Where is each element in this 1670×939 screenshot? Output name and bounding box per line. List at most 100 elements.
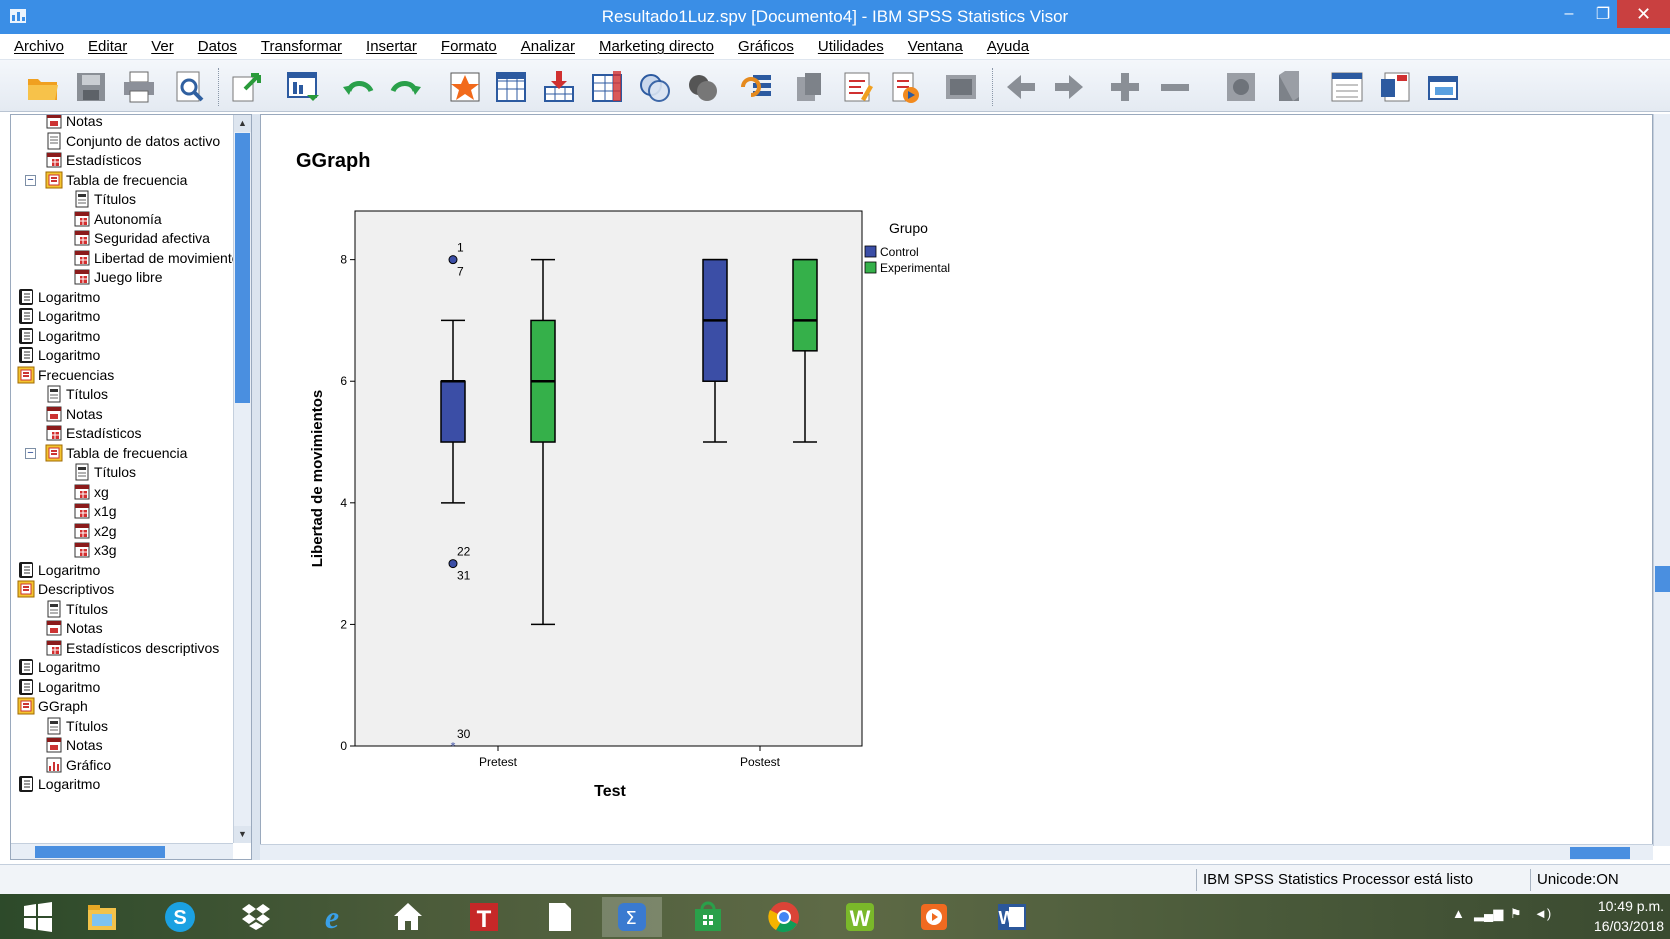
flag-icon[interactable]: ⚑	[1510, 906, 1522, 922]
outline-item[interactable]: Tabla de frecuencia	[45, 443, 187, 463]
menu-editar[interactable]: Editar	[88, 38, 127, 55]
menu-archivo[interactable]: Archivo	[14, 38, 64, 55]
print-icon[interactable]	[120, 68, 158, 106]
t-app-icon[interactable]: T	[454, 897, 514, 937]
file-explorer-icon[interactable]	[72, 897, 132, 937]
back-icon[interactable]	[1002, 68, 1040, 106]
outline-vertical-scrollbar[interactable]: ▲ ▼	[233, 115, 251, 843]
expand-icon[interactable]	[1106, 68, 1144, 106]
blank-document-icon[interactable]	[530, 897, 590, 937]
print-preview-icon[interactable]	[170, 68, 208, 106]
word-icon[interactable]: W	[982, 897, 1042, 937]
insert-title-icon[interactable]	[942, 68, 980, 106]
outline-item[interactable]: Notas	[45, 735, 103, 755]
w-app-icon[interactable]: W	[830, 897, 890, 937]
skype-icon[interactable]: S	[150, 897, 210, 937]
outline-horizontal-scrollbar[interactable]	[11, 843, 233, 859]
tree-expander-icon[interactable]: −	[25, 174, 36, 186]
outline-item[interactable]: Títulos	[45, 599, 108, 619]
outline-hscroll-thumb[interactable]	[35, 846, 165, 858]
outline-item[interactable]: Logaritmo	[17, 774, 100, 794]
outline-item[interactable]: Juego libre	[73, 267, 163, 287]
show-icon[interactable]	[1222, 68, 1260, 106]
outline-item[interactable]: x2g	[73, 521, 117, 541]
internet-explorer-icon[interactable]: e	[302, 897, 362, 937]
recall-dialog-icon[interactable]	[284, 68, 322, 106]
outline-item[interactable]: Descriptivos	[17, 579, 114, 599]
scroll-down-arrow-icon[interactable]: ▼	[234, 826, 251, 843]
spell-check-icon[interactable]	[738, 68, 776, 106]
content-horizontal-scrollbar[interactable]	[260, 844, 1653, 860]
menu-insertar[interactable]: Insertar	[366, 38, 417, 55]
outline-item[interactable]: Logaritmo	[17, 306, 100, 326]
outline-item[interactable]: x1g	[73, 501, 117, 521]
content-hscroll-thumb[interactable]	[1570, 847, 1630, 859]
redo-icon[interactable]	[386, 68, 424, 106]
outline-item[interactable]: Estadísticos	[45, 150, 141, 170]
outline-item[interactable]: Seguridad afectiva	[73, 228, 210, 248]
volume-icon[interactable]: ◄)	[1534, 906, 1551, 921]
outline-item[interactable]: Notas	[45, 618, 103, 638]
store-icon[interactable]	[678, 897, 738, 937]
tree-expander-icon[interactable]: −	[25, 447, 36, 459]
collapse-icon[interactable]	[1156, 68, 1194, 106]
hide-icon[interactable]	[1270, 68, 1308, 106]
outline-item[interactable]: Frecuencias	[17, 365, 114, 385]
outline-item[interactable]: GGraph	[17, 696, 88, 716]
home-icon[interactable]	[378, 897, 438, 937]
undo-icon[interactable]	[340, 68, 378, 106]
outline-item[interactable]: Logaritmo	[17, 560, 100, 580]
insert-new-heading-icon[interactable]	[1328, 68, 1366, 106]
outline-item[interactable]: Notas	[45, 404, 103, 424]
menu-formato[interactable]: Formato	[441, 38, 497, 55]
menu-datos[interactable]: Datos	[198, 38, 237, 55]
spss-icon[interactable]: Σ	[602, 897, 662, 937]
media-player-icon[interactable]	[904, 897, 964, 937]
maximize-button[interactable]: ❐	[1586, 0, 1620, 28]
menu-utilidades[interactable]: Utilidades	[818, 38, 884, 55]
export-icon[interactable]	[228, 68, 266, 106]
clock[interactable]: 10:49 p.m. 16/03/2018	[1570, 896, 1664, 936]
outline-item[interactable]: Títulos	[45, 384, 108, 404]
dropbox-icon[interactable]	[226, 897, 286, 937]
outline-item[interactable]: Logaritmo	[17, 677, 100, 697]
menu-marketing-directo[interactable]: Marketing directo	[599, 38, 714, 55]
goto-case-icon[interactable]	[492, 68, 530, 106]
insert-new-title-icon[interactable]	[1376, 68, 1414, 106]
goto-variable-icon[interactable]	[540, 68, 578, 106]
chrome-icon[interactable]	[754, 897, 814, 937]
outline-item[interactable]: Logaritmo	[17, 326, 100, 346]
outline-item[interactable]: Gráfico	[45, 755, 111, 775]
open-icon[interactable]	[24, 68, 62, 106]
outline-item[interactable]: Notas	[45, 115, 103, 131]
minimize-button[interactable]: –	[1552, 0, 1586, 28]
menu-transformar[interactable]: Transformar	[261, 38, 342, 55]
pane-splitter[interactable]	[252, 114, 260, 860]
outline-pane[interactable]: Notas Conjunto de datos activo Estadístico…	[10, 114, 252, 860]
outline-item[interactable]: Conjunto de datos activo	[45, 131, 220, 151]
insert-heading-icon[interactable]	[886, 68, 924, 106]
scroll-up-arrow-icon[interactable]: ▲	[234, 115, 251, 132]
use-sets-icon[interactable]	[636, 68, 674, 106]
save-icon[interactable]	[72, 68, 110, 106]
outline-item[interactable]: Estadísticos	[45, 423, 141, 443]
windows-start-icon[interactable]	[8, 897, 68, 937]
variables-icon[interactable]	[588, 68, 626, 106]
menu-analizar[interactable]: Analizar	[521, 38, 575, 55]
show-all-variables-icon[interactable]	[684, 68, 722, 106]
menu-graficos[interactable]: Gráficos	[738, 38, 794, 55]
outline-item[interactable]: Títulos	[73, 189, 136, 209]
tray-chevron-icon[interactable]: ▲	[1452, 906, 1465, 921]
outline-item[interactable]: Títulos	[45, 716, 108, 736]
outline-scroll-thumb[interactable]	[235, 133, 250, 403]
outline-item[interactable]: Logaritmo	[17, 287, 100, 307]
content-vertical-scrollbar[interactable]	[1653, 114, 1670, 846]
outline-item[interactable]: Tabla de frecuencia	[45, 170, 187, 190]
insert-new-text-icon[interactable]	[1424, 68, 1462, 106]
network-signal-icon[interactable]: ▂▄▆	[1474, 906, 1503, 922]
outline-item[interactable]: x3g	[73, 540, 117, 560]
outline-item[interactable]: Estadísticos descriptivos	[45, 638, 219, 658]
outline-item[interactable]: xg	[73, 482, 109, 502]
menu-ventana[interactable]: Ventana	[908, 38, 963, 55]
show-hide-icon[interactable]	[838, 68, 876, 106]
